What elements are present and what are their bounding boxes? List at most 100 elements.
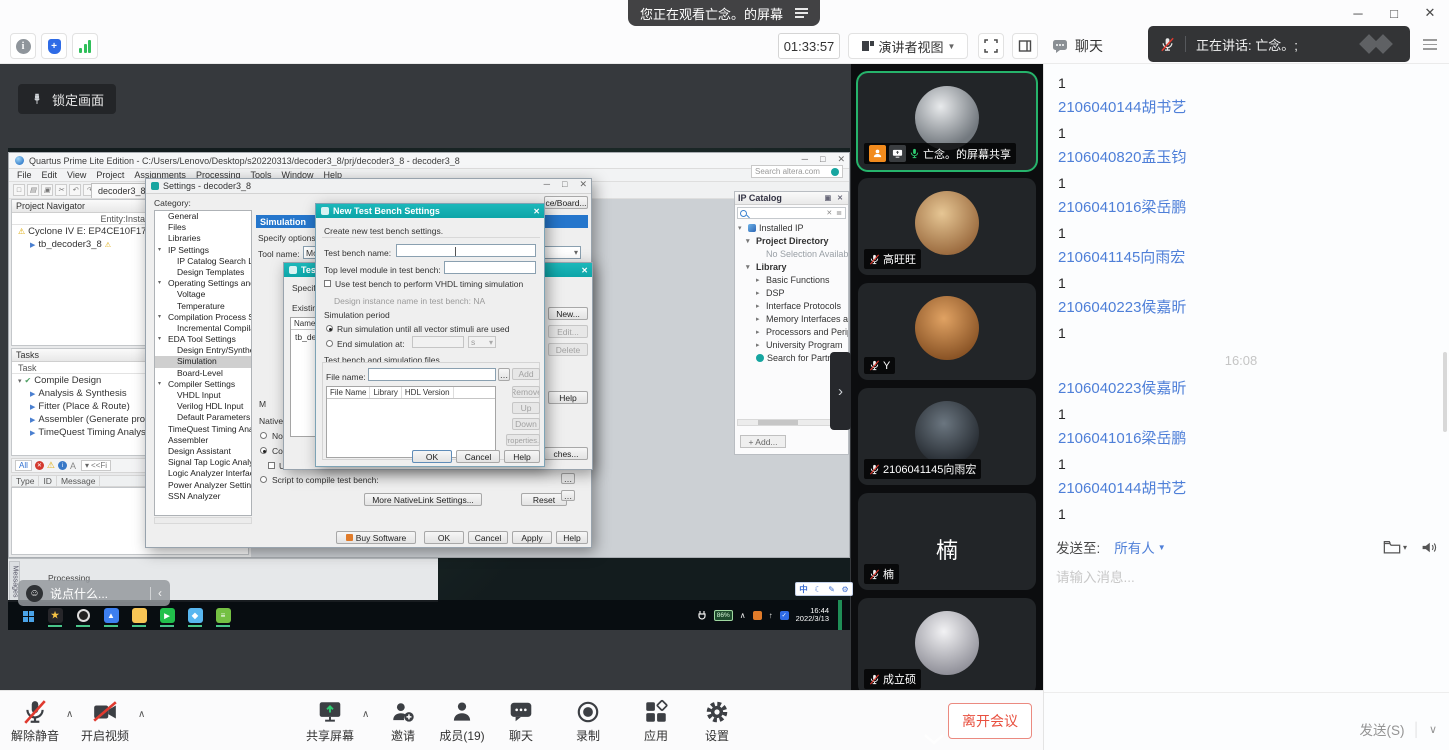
dlg-close-icon[interactable]: ✕ xyxy=(581,263,588,277)
emoji-icon[interactable]: ☺ xyxy=(26,585,43,602)
category-item[interactable]: Verilog HDL Input xyxy=(155,401,251,412)
category-item[interactable]: Incremental Compilation xyxy=(155,323,251,334)
menu-item[interactable]: View xyxy=(62,170,91,180)
toolbar-icon[interactable] xyxy=(55,184,67,196)
test-bench-name-input[interactable] xyxy=(396,244,536,257)
chat-scrollbar[interactable] xyxy=(1443,352,1447,432)
category-item[interactable]: Temperature xyxy=(155,301,251,312)
toolbar-icon[interactable] xyxy=(27,184,39,196)
record-button[interactable]: 录制 xyxy=(556,698,620,744)
category-item[interactable]: Design Assistant xyxy=(155,446,251,457)
tray-expand-icon[interactable]: ∧ xyxy=(740,611,746,620)
category-item[interactable]: Default Parameters xyxy=(155,412,251,423)
cancel-button[interactable]: Cancel xyxy=(468,531,508,544)
participant-tile[interactable]: Y xyxy=(858,283,1036,380)
send-options-icon[interactable]: ∨ xyxy=(1429,723,1437,736)
leave-meeting-button[interactable]: 离开会议 xyxy=(948,703,1032,739)
upload-icon[interactable]: ↑ xyxy=(769,611,773,620)
ok-button[interactable]: OK xyxy=(412,450,452,463)
ip-tree-item[interactable]: No Selection Available xyxy=(735,247,848,260)
category-item[interactable]: Simulation xyxy=(155,356,251,367)
lock-view-button[interactable]: 锁定画面 xyxy=(18,84,116,114)
new-button[interactable]: New... xyxy=(548,307,588,320)
toolbar-icon[interactable] xyxy=(41,184,53,196)
up-button[interactable]: Up xyxy=(512,402,540,414)
category-item[interactable]: Compilation Process Settings xyxy=(155,312,251,323)
notification-edge[interactable] xyxy=(838,600,842,630)
warning-filter-icon[interactable]: ⚠ xyxy=(47,460,55,471)
browse-button[interactable]: … xyxy=(561,490,575,501)
category-item[interactable]: Design Templates xyxy=(155,267,251,278)
help-button[interactable]: Help xyxy=(548,391,588,404)
category-item[interactable]: Assembler xyxy=(155,435,251,446)
top-module-input[interactable] xyxy=(444,261,536,274)
device-board-button[interactable]: ce/Board... xyxy=(544,196,588,209)
clear-filter-icons[interactable]: ✕ ≣ xyxy=(826,209,843,217)
properties-button[interactable]: Properties... xyxy=(506,434,540,446)
category-item[interactable]: General xyxy=(155,211,251,222)
apply-button[interactable]: Apply xyxy=(512,531,552,544)
ip-tree-item[interactable]: Basic Functions xyxy=(735,273,848,286)
none-radio[interactable] xyxy=(260,432,267,439)
participant-tile[interactable]: 亡念。的屏幕共享 xyxy=(858,73,1036,170)
ip-tree-item[interactable]: Memory Interfaces and Con xyxy=(735,312,848,325)
compile-radio[interactable] xyxy=(260,447,267,454)
file-browse-button[interactable]: … xyxy=(498,368,510,381)
collapse-icon[interactable]: ‹ xyxy=(158,586,162,600)
send-button[interactable]: 发送(S) xyxy=(1360,719,1405,739)
ip-tree-item[interactable]: Processors and Peripherals xyxy=(735,325,848,338)
ime-moon-icon[interactable]: ☾ xyxy=(814,585,821,594)
security-button[interactable]: + xyxy=(41,33,67,59)
category-hscrollbar[interactable] xyxy=(154,517,252,524)
network-quality-button[interactable] xyxy=(72,33,98,59)
participant-tile[interactable]: 高旺旺 xyxy=(858,178,1036,275)
category-item[interactable]: Files xyxy=(155,222,251,233)
file-name-input[interactable] xyxy=(368,368,496,381)
ip-tree-item[interactable]: University Program xyxy=(735,338,848,351)
ok-button[interactable]: OK xyxy=(424,531,464,544)
ip-tree-item[interactable]: Interface Protocols xyxy=(735,299,848,312)
maximize-icon[interactable]: □ xyxy=(1381,2,1407,24)
side-panel-toggle[interactable] xyxy=(1012,33,1038,59)
category-item[interactable]: Libraries xyxy=(155,233,251,244)
menu-item[interactable]: Project xyxy=(91,170,129,180)
danmaku-input-overlay[interactable]: ☺ 说点什么... ‹ xyxy=(18,580,170,606)
taskbar-app-icon[interactable] xyxy=(184,602,206,628)
dlg-close-icon[interactable]: ✕ xyxy=(579,179,587,190)
category-item[interactable]: Signal Tap Logic Analyzer xyxy=(155,457,251,468)
banner-menu-icon[interactable] xyxy=(795,8,808,18)
dlg-minimize-icon[interactable]: ─ xyxy=(544,179,550,190)
category-item[interactable]: Operating Settings and Conditio xyxy=(155,278,251,289)
run-radio[interactable] xyxy=(326,325,333,332)
help-button[interactable]: Help xyxy=(556,531,588,544)
info-filter-icon[interactable]: i xyxy=(58,461,67,470)
altera-search-input[interactable]: Search altera.com xyxy=(751,165,843,178)
close-icon[interactable]: ✕ xyxy=(1417,2,1443,24)
camera-options-icon[interactable]: ∧ xyxy=(138,709,145,720)
ip-tree-item[interactable]: Library xyxy=(735,260,848,273)
tray-app-icon[interactable] xyxy=(753,611,762,620)
buy-software-button[interactable]: Buy Software xyxy=(336,531,416,544)
ip-search-input[interactable]: ✕ ≣ xyxy=(737,207,846,219)
participant-tile[interactable]: 楠 楠 xyxy=(858,493,1036,590)
view-mode-button[interactable]: 演讲者视图▼ xyxy=(848,33,968,59)
category-item[interactable]: SSN Analyzer xyxy=(155,491,251,502)
ime-settings-icon[interactable]: ⚙ xyxy=(842,585,849,594)
share-screen-button[interactable]: 共享屏幕 xyxy=(298,698,362,744)
menu-item[interactable]: File xyxy=(12,170,37,180)
start-video-button[interactable]: 开启视频 xyxy=(73,698,137,744)
delete-button[interactable]: Delete xyxy=(548,343,588,356)
category-item[interactable]: VHDL Input xyxy=(155,390,251,401)
settings-button[interactable]: 设置 xyxy=(685,698,749,744)
taskbar-app-icon[interactable] xyxy=(212,602,234,628)
participant-tile[interactable]: 2106041145向雨宏 xyxy=(858,388,1036,485)
category-item[interactable]: TimeQuest Timing Analyzer xyxy=(155,424,251,435)
end-unit-combo[interactable]: s▾ xyxy=(468,336,496,348)
document-tab[interactable]: decoder3_8 xyxy=(91,183,153,198)
chat-menu-icon[interactable] xyxy=(1423,39,1437,50)
category-item[interactable]: Design Entry/Synthesis xyxy=(155,345,251,356)
dlg-restore-icon[interactable]: □ xyxy=(562,179,567,190)
down-button[interactable]: Down xyxy=(512,418,540,430)
invite-button[interactable]: 邀请 xyxy=(371,698,435,744)
category-item[interactable]: Compiler Settings xyxy=(155,379,251,390)
